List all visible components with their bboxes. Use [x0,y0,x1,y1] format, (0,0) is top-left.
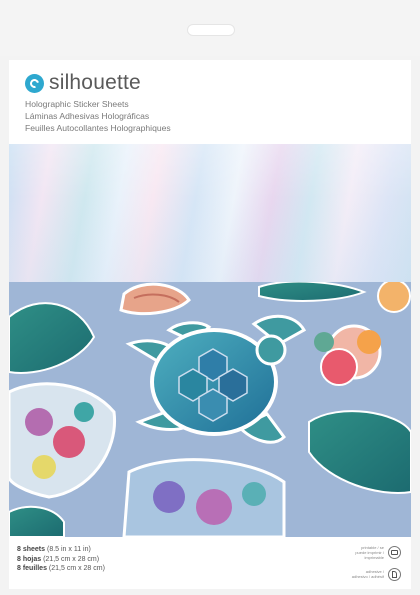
printer-icon [388,545,401,559]
flower-sticker-bottom-center [122,458,286,537]
adhesive-peel-icon [388,567,401,581]
package-footer: 8 sheets (8.5 in x 11 in) 8 hojas (21,5 … [9,537,411,589]
sticker-illustration [9,282,411,537]
brand-name: silhouette [49,71,141,94]
spec-count: 8 hojas [17,555,42,563]
adhesive-badge-text: adhesive / adhesivo / adhésif [351,569,384,579]
spec-count: 8 sheets [17,546,46,553]
spec-french: 8 feuilles (21,5 cm x 28 cm) [17,564,105,574]
flower-sticker-top-right [377,282,411,313]
spec-size: (21,5 cm x 28 cm) [48,565,105,572]
sheet-specs: 8 sheets (8.5 in x 11 in) 8 hojas (21,5 … [17,545,105,574]
package-header: silhouette Holographic Sticker Sheets Lá… [9,60,411,144]
sticker-photo [9,282,411,537]
holographic-swatch [9,144,411,282]
hang-tab [0,0,420,56]
brand-logo: silhouette [25,71,141,95]
spec-size: (21,5 cm x 28 cm) [43,555,100,563]
title-english: Holographic Sticker Sheets [25,99,129,109]
holographic-sheen [9,144,411,282]
title-spanish: Láminas Adhesivas Holográficas [25,111,150,121]
spec-english: 8 sheets (8.5 in x 11 in) [17,545,105,555]
printable-badge-text: printable / se puede imprimir / imprimab… [355,544,384,560]
product-titles: Holographic Sticker Sheets Láminas Adhes… [25,98,171,134]
spec-size: (8.5 in x 11 in) [46,546,91,553]
title-french: Feuilles Autocollantes Holographiques [25,123,171,133]
spec-spanish: 8 hojas (21,5 cm x 28 cm) [17,555,105,565]
silhouette-logo-icon [25,73,44,93]
product-package: silhouette Holographic Sticker Sheets Lá… [0,0,420,595]
hang-hole [187,24,235,36]
adhesive-badge: adhesive / adhesivo / adhésif [341,564,401,584]
spec-count: 8 feuilles [17,565,47,572]
printable-badge: printable / se puede imprimir / imprimab… [341,542,401,562]
